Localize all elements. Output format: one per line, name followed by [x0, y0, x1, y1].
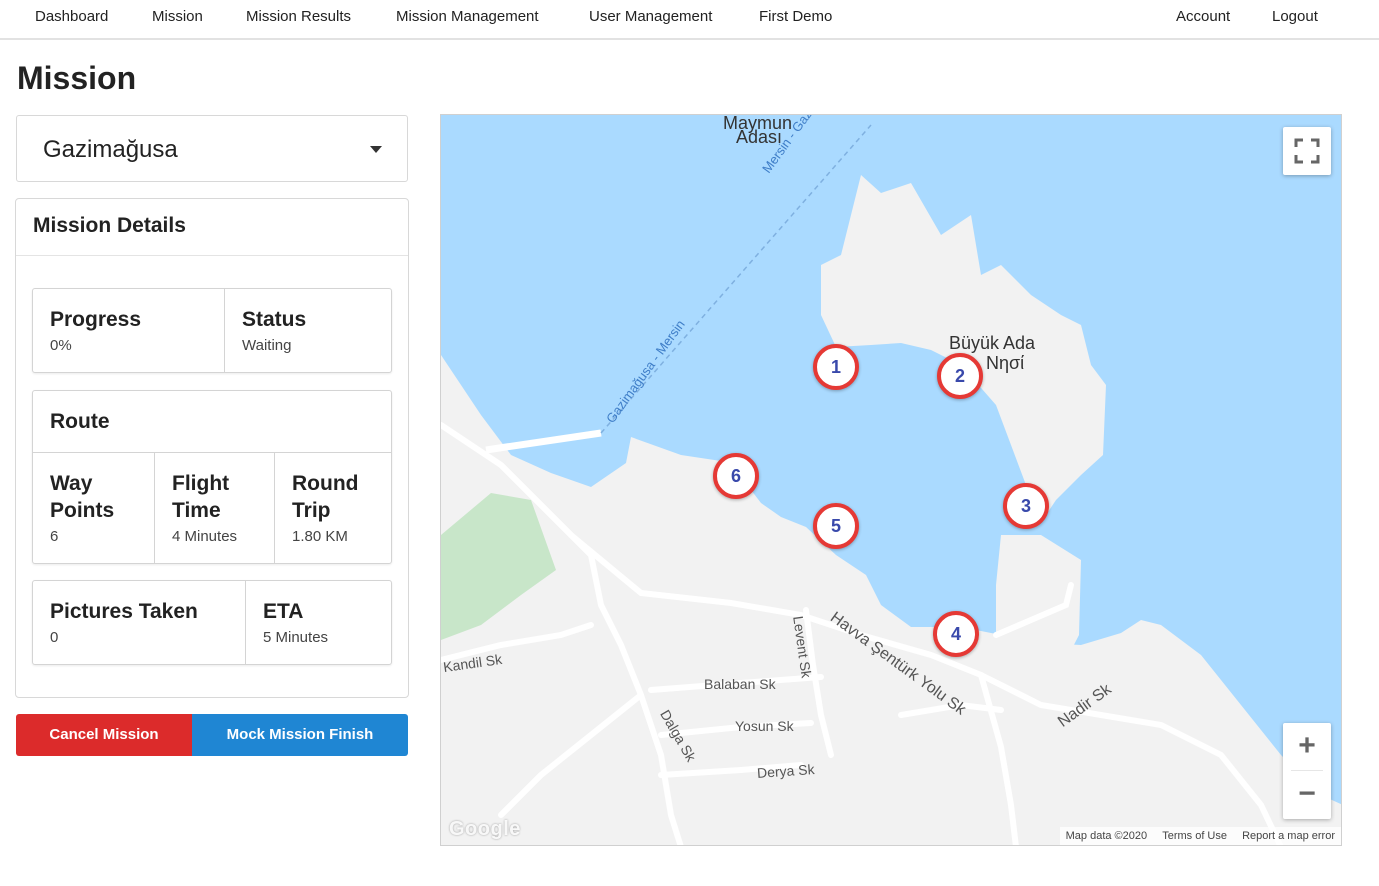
mission-details-title: Mission Details	[33, 214, 186, 237]
cancel-mission-button[interactable]: Cancel Mission	[16, 714, 192, 756]
zoom-control: + −	[1283, 723, 1331, 819]
top-navbar: Dashboard Mission Mission Results Missio…	[0, 0, 1379, 40]
flight-time-cell: Flight Time 4 Minutes	[154, 453, 274, 564]
waypoint-marker-5[interactable]: 5	[813, 503, 859, 549]
nav-first-demo[interactable]: First Demo	[759, 8, 832, 25]
map-data-text: Map data ©2020	[1065, 830, 1148, 842]
map-view[interactable]: Maymun Adası Büyük Ada Νησί Mersin - Gaz…	[440, 114, 1342, 846]
route-stats: Way Points 6 Flight Time 4 Minutes Round…	[33, 453, 391, 564]
way-points-label-2: Points	[50, 499, 115, 522]
eta-label: ETA	[263, 600, 304, 623]
pictures-cell: Pictures Taken 0	[33, 581, 245, 664]
report-map-error-link[interactable]: Report a map error	[1242, 830, 1335, 842]
eta-value: 5 Minutes	[263, 629, 329, 646]
route-header: Route	[33, 391, 391, 453]
flight-time-label-2: Time	[172, 499, 221, 522]
status-cell: Status Waiting	[224, 289, 392, 372]
fullscreen-button[interactable]	[1283, 127, 1331, 175]
island-label-buyuk-ada: Büyük Ada	[949, 333, 1036, 353]
nav-mission-management[interactable]: Mission Management	[396, 8, 539, 25]
route-box: Route Way Points 6 Flight Time 4 Minutes…	[32, 390, 392, 564]
pictures-eta-box: Pictures Taken 0 ETA 5 Minutes	[32, 580, 392, 665]
waypoint-marker-2[interactable]: 2	[937, 353, 983, 399]
way-points-value: 6	[50, 528, 59, 545]
status-label: Status	[242, 308, 307, 331]
flight-time-value: 4 Minutes	[172, 528, 238, 545]
progress-label: Progress	[50, 308, 142, 331]
progress-value: 0%	[50, 337, 72, 354]
zoom-in-button[interactable]: +	[1283, 723, 1331, 771]
nav-logout[interactable]: Logout	[1272, 8, 1318, 25]
location-select-value: Gazimağusa	[43, 136, 178, 163]
caret-down-icon	[370, 146, 382, 153]
location-select[interactable]: Gazimağusa	[16, 115, 408, 182]
waypoint-marker-1[interactable]: 1	[813, 344, 859, 390]
route-title: Route	[50, 410, 110, 433]
nav-account[interactable]: Account	[1176, 8, 1230, 25]
street-yosun: Yosun Sk	[735, 718, 794, 734]
street-balaban: Balaban Sk	[704, 676, 776, 692]
progress-status-box: Progress 0% Status Waiting	[32, 288, 392, 373]
eta-cell: ETA 5 Minutes	[245, 581, 392, 664]
waypoint-marker-4[interactable]: 4	[933, 611, 979, 657]
mission-details-header: Mission Details	[16, 199, 408, 256]
google-logo: Google	[449, 818, 521, 840]
round-trip-label-2: Trip	[292, 499, 331, 522]
way-points-label-1: Way	[50, 472, 93, 495]
round-trip-label-1: Round	[292, 472, 359, 495]
nav-mission[interactable]: Mission	[152, 8, 203, 25]
flight-time-label-1: Flight	[172, 472, 230, 495]
status-value: Waiting	[242, 337, 292, 354]
way-points-cell: Way Points 6	[33, 453, 154, 564]
round-trip-value: 1.80 KM	[292, 528, 348, 545]
fullscreen-icon	[1294, 138, 1320, 164]
pictures-value: 0	[50, 629, 59, 646]
map-canvas	[441, 124, 1341, 845]
waypoint-marker-3[interactable]: 3	[1003, 483, 1049, 529]
round-trip-cell: Round Trip 1.80 KM	[274, 453, 392, 564]
waypoint-marker-6[interactable]: 6	[713, 453, 759, 499]
pictures-label: Pictures Taken	[50, 600, 198, 623]
map-attribution: Map data ©2020 Terms of Use Report a map…	[1059, 827, 1341, 845]
zoom-out-button[interactable]: −	[1283, 771, 1331, 819]
terms-of-use-link[interactable]: Terms of Use	[1162, 830, 1227, 842]
progress-cell: Progress 0%	[33, 289, 224, 372]
nav-mission-results[interactable]: Mission Results	[246, 8, 351, 25]
nav-user-management[interactable]: User Management	[589, 8, 712, 25]
mission-details-card: Mission Details Progress 0% Status Waiti…	[15, 198, 409, 698]
island-label-greek: Νησί	[986, 353, 1025, 373]
nav-dashboard[interactable]: Dashboard	[35, 8, 108, 25]
page-title: Mission	[17, 60, 137, 96]
mock-mission-finish-button[interactable]: Mock Mission Finish	[192, 714, 408, 756]
